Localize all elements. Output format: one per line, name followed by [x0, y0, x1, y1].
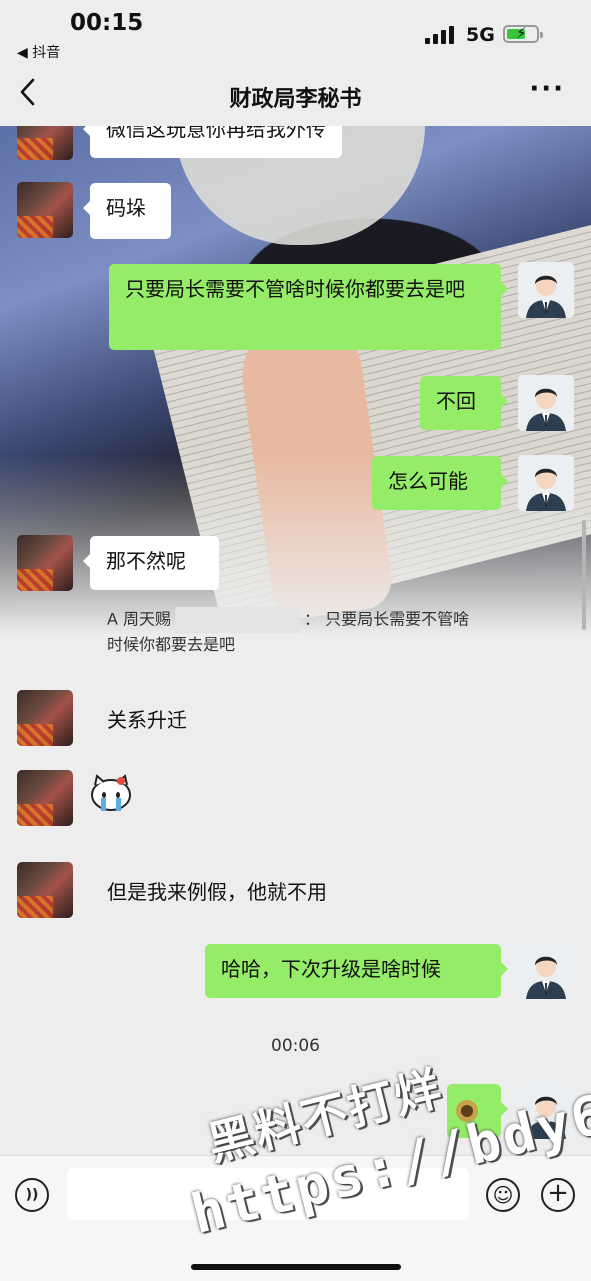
- message-bubble[interactable]: 不回: [420, 376, 508, 430]
- message-text[interactable]: 但是我来例假，他就不用: [107, 876, 327, 905]
- battery-icon: ⚡: [503, 24, 543, 43]
- avatar[interactable]: [17, 690, 73, 746]
- back-to-app-link[interactable]: ◀ 抖音: [17, 42, 60, 62]
- avatar[interactable]: [17, 770, 73, 826]
- plus-icon[interactable]: +: [541, 1178, 575, 1212]
- avatar[interactable]: [17, 182, 73, 238]
- chat-header: 财政局李秘书 ···: [0, 62, 591, 126]
- avatar[interactable]: [518, 455, 574, 511]
- home-indicator: [191, 1264, 401, 1270]
- emoji-icon[interactable]: ☺: [486, 1178, 520, 1212]
- status-time: 00:15: [70, 10, 144, 36]
- avatar[interactable]: [518, 943, 574, 999]
- network-type: 5G: [466, 24, 495, 46]
- avatar[interactable]: [518, 262, 574, 318]
- message-bubble[interactable]: 哈哈，下次升级是啥时候: [205, 944, 508, 998]
- avatar[interactable]: [17, 862, 73, 918]
- status-bar: 00:15 ◀ 抖音 5G ⚡: [0, 0, 591, 62]
- quoted-reply[interactable]: A 周天赐： 只要局长需要不管啥时候你都要去是吧: [107, 607, 477, 657]
- hello-kitty-crying-sticker[interactable]: [88, 773, 134, 813]
- ellipsis-icon[interactable]: ···: [529, 74, 565, 104]
- voice-icon[interactable]: )): [15, 1178, 49, 1212]
- chat-scrollbar[interactable]: [582, 520, 586, 630]
- avatar[interactable]: [17, 535, 73, 591]
- quote-author: A 周天赐: [107, 609, 172, 629]
- message-text[interactable]: 关系升迁: [107, 704, 187, 733]
- avatar[interactable]: [518, 375, 574, 431]
- message-bubble[interactable]: 那不然呢: [83, 536, 219, 590]
- message-bubble[interactable]: 码垛: [83, 183, 171, 239]
- signal-icon: [425, 24, 455, 44]
- message-timestamp: 00:06: [271, 1036, 320, 1056]
- message-bubble[interactable]: 怎么可能: [372, 456, 508, 510]
- message-bubble[interactable]: 只要局长需要不管啥时候你都要去是吧: [109, 264, 508, 350]
- chat-title: 财政局李秘书: [229, 87, 362, 112]
- redacted-name: [175, 607, 301, 633]
